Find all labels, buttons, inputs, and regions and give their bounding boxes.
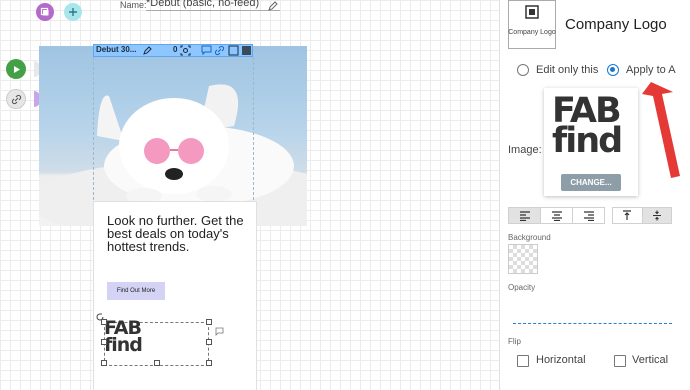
dog-illustration — [39, 84, 307, 226]
selection-title: Debut 30... — [96, 45, 137, 54]
flip-vertical-label[interactable]: Vertical — [632, 354, 668, 366]
resize-handle[interactable] — [101, 319, 107, 325]
resize-handle[interactable] — [154, 360, 160, 366]
name-label: Name: — [120, 0, 147, 10]
align-right-button[interactable] — [573, 208, 604, 223]
panel-title: Company Logo — [565, 16, 667, 33]
align-right-icon — [583, 210, 594, 221]
background-label: Background — [508, 233, 551, 242]
logo-thumbnail-label: Company Logo — [508, 29, 556, 36]
link-icon — [11, 94, 21, 104]
link-icon-small[interactable] — [214, 45, 225, 56]
logo-small[interactable]: FAB find — [104, 319, 154, 356]
layers-icon — [40, 7, 49, 16]
link-button[interactable] — [6, 89, 26, 109]
vertical-align-group — [612, 207, 672, 224]
align-center-icon — [551, 210, 562, 221]
hero-image[interactable] — [39, 46, 307, 226]
logo-preview: FAB find — [552, 94, 634, 161]
align-center-button[interactable] — [541, 208, 573, 223]
play-button[interactable] — [6, 59, 26, 79]
flip-label: Flip — [508, 337, 521, 346]
annotation-arrow — [642, 82, 680, 178]
comment-bubble-icon[interactable] — [215, 327, 224, 336]
resize-handle[interactable] — [206, 339, 212, 345]
pencil-icon[interactable] — [142, 45, 153, 56]
flip-horizontal-label[interactable]: Horizontal — [536, 354, 586, 366]
play-icon — [13, 65, 20, 73]
change-image-button[interactable]: CHANGE... — [561, 174, 621, 191]
square-filled-icon[interactable] — [241, 45, 252, 56]
image-label: Image: — [508, 144, 542, 156]
plus-icon — [69, 8, 77, 16]
horizontal-align-group — [508, 207, 605, 224]
apply-all-radio[interactable] — [607, 64, 619, 76]
align-left-button[interactable] — [509, 208, 541, 223]
resize-handle[interactable] — [101, 339, 107, 345]
flip-horizontal-checkbox[interactable] — [517, 355, 529, 367]
align-left-icon — [519, 210, 530, 221]
resize-handle[interactable] — [206, 319, 212, 325]
align-top-button[interactable] — [613, 208, 643, 223]
logo-element-icon — [525, 5, 539, 19]
square-outline-icon[interactable] — [228, 45, 239, 56]
edit-only-radio[interactable] — [517, 64, 529, 76]
opacity-slider[interactable] — [513, 323, 672, 324]
name-field[interactable]: *Debut (basic, no-feed) — [146, 0, 280, 11]
flip-vertical-checkbox[interactable] — [614, 355, 626, 367]
edit-only-label[interactable]: Edit only this — [536, 64, 598, 76]
align-middle-button[interactable] — [642, 208, 671, 223]
opacity-label: Opacity — [508, 283, 536, 292]
headline-text[interactable]: Look no further. Get the best deals on t… — [107, 214, 247, 253]
logo-small-line2: find — [104, 334, 143, 356]
selection-count: 0 — [173, 45, 178, 54]
align-middle-icon — [652, 210, 661, 221]
edit-name-icon[interactable] — [267, 0, 279, 12]
resize-handle[interactable] — [101, 360, 107, 366]
resize-handle[interactable] — [206, 360, 212, 366]
background-swatch[interactable] — [508, 244, 538, 274]
cta-button[interactable]: Find Out More — [107, 282, 165, 300]
logo-preview-line2: find — [552, 121, 623, 161]
comment-icon[interactable] — [201, 45, 212, 56]
add-button[interactable] — [64, 3, 82, 21]
align-top-icon — [623, 210, 632, 220]
focus-icon[interactable] — [180, 45, 191, 56]
layers-button[interactable] — [36, 3, 54, 21]
